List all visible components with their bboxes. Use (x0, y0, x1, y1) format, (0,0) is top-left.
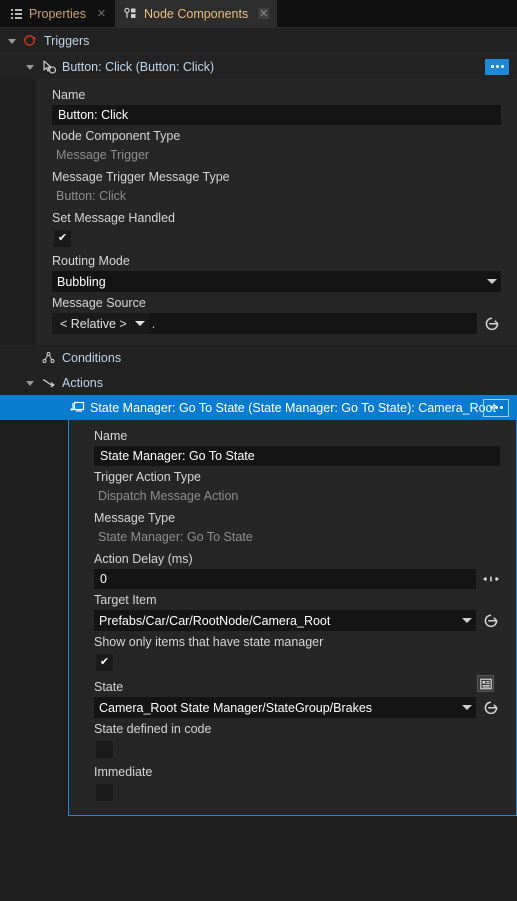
node-component-type-label: Node Component Type (52, 129, 181, 143)
message-trigger-icon (40, 58, 57, 75)
state-select[interactable]: Camera_Root State Manager/StateGroup/Bra… (94, 697, 476, 718)
trigger-action-type-value: Dispatch Message Action (98, 489, 239, 503)
chevron-down-icon (134, 321, 145, 326)
trigger-name-input[interactable]: Button: Click (52, 105, 501, 125)
message-type-label: Message Type (94, 511, 176, 525)
field-node-component-type: Node Component Type Message Trigger (52, 126, 501, 166)
field-action-name: Name State Manager: Go To State (94, 426, 500, 466)
action-properties-panel: Name State Manager: Go To State Trigger … (68, 420, 517, 816)
trigger-item-menu-button[interactable] (485, 58, 509, 75)
message-source-path-input[interactable]: . (148, 313, 477, 334)
content-area: Triggers Button: Click (Button: Click) N… (0, 28, 517, 901)
state-defined-in-code-checkbox[interactable] (96, 741, 113, 758)
list-icon (9, 7, 23, 21)
trigger-item-expand-icon[interactable] (26, 62, 36, 72)
trigger-item-label: Button: Click (Button: Click) (62, 59, 215, 74)
field-target-item: Target Item Prefabs/Car/Car/RootNode/Cam… (94, 590, 500, 631)
field-action-delay: Action Delay (ms) 0 (94, 549, 500, 589)
immediate-checkbox[interactable] (96, 784, 113, 801)
field-trigger-action-type: Trigger Action Type Dispatch Message Act… (94, 467, 500, 507)
target-item-reset-icon[interactable] (482, 612, 500, 630)
tab-node-components-close-icon[interactable]: ✕ (258, 8, 270, 20)
field-show-only-state-manager: Show only items that have state manager … (94, 632, 500, 671)
field-set-message-handled: Set Message Handled ✔ (52, 208, 501, 247)
field-state: State Camera_Root State Manager/StateGro… (94, 675, 500, 718)
actions-label: Actions (62, 375, 103, 390)
message-type-value: State Manager: Go To State (98, 530, 253, 544)
action-item-menu-button[interactable] (483, 398, 509, 417)
trigger-properties-panel: Name Button: Click Node Component Type M… (36, 79, 517, 345)
target-item-value: Prefabs/Car/Car/RootNode/Camera_Root (99, 613, 331, 628)
show-only-state-manager-label: Show only items that have state manager (94, 635, 324, 649)
message-source-scope-select[interactable]: < Relative > (52, 313, 149, 334)
dispatch-message-action-icon (68, 399, 85, 416)
state-label: State (94, 680, 124, 694)
field-immediate: Immediate (94, 762, 500, 801)
trigger-name-label: Name (52, 88, 86, 102)
triggers-label: Triggers (44, 33, 90, 48)
set-message-handled-label: Set Message Handled (52, 211, 175, 225)
action-name-input[interactable]: State Manager: Go To State (94, 446, 500, 466)
field-message-trigger-message-type: Message Trigger Message Type Button: Cli… (52, 167, 501, 207)
message-trigger-message-type-value: Button: Click (56, 189, 127, 203)
conditions-icon (40, 349, 57, 366)
tab-bar: Properties ✕ Node Components ✕ (0, 0, 517, 28)
show-only-state-manager-checkbox[interactable]: ✔ (96, 654, 113, 671)
tab-properties[interactable]: Properties ✕ (0, 0, 115, 27)
tab-properties-label: Properties (29, 6, 86, 21)
state-reset-icon[interactable] (482, 699, 500, 717)
trigger-icon (22, 32, 39, 49)
action-delay-input[interactable]: 0 (94, 569, 476, 589)
node-components-panel: Properties ✕ Node Components ✕ Triggers … (0, 0, 517, 901)
field-trigger-name: Name Button: Click (52, 85, 501, 125)
field-message-source: Message Source < Relative > . (52, 293, 501, 334)
set-message-handled-checkbox[interactable]: ✔ (54, 230, 71, 247)
drag-horizontal-icon[interactable] (482, 570, 500, 588)
tree-node-actions[interactable]: Actions (0, 370, 517, 395)
tab-node-components[interactable]: Node Components ✕ (114, 0, 278, 27)
tree-node-trigger-button-click[interactable]: Button: Click (Button: Click) (0, 54, 517, 79)
message-source-scope-value: < Relative > (60, 316, 127, 331)
field-state-defined-in-code: State defined in code (94, 719, 500, 758)
state-editor-button[interactable] (477, 675, 494, 692)
immediate-label: Immediate (94, 765, 153, 779)
field-routing-mode: Routing Mode Bubbling (52, 251, 501, 292)
tab-node-components-label: Node Components (143, 6, 249, 21)
triggers-expand-icon[interactable] (8, 36, 18, 46)
trigger-action-type-label: Trigger Action Type (94, 470, 202, 484)
chevron-down-icon (462, 618, 472, 623)
message-source-control: < Relative > . (52, 313, 477, 334)
tree-node-action-go-to-state[interactable]: State Manager: Go To State (State Manage… (0, 395, 517, 420)
action-name-label: Name (94, 429, 128, 443)
routing-mode-select[interactable]: Bubbling (52, 271, 501, 292)
node-component-type-value: Message Trigger (56, 148, 150, 162)
tree-node-triggers[interactable]: Triggers (0, 28, 517, 54)
node-components-icon (124, 7, 138, 21)
message-trigger-message-type-label: Message Trigger Message Type (52, 170, 230, 184)
action-delay-label: Action Delay (ms) (94, 552, 193, 566)
message-source-reset-icon[interactable] (483, 315, 501, 333)
actions-arrow-icon (40, 374, 57, 391)
target-item-label: Target Item (94, 593, 157, 607)
routing-mode-value: Bubbling (57, 274, 106, 289)
routing-mode-label: Routing Mode (52, 254, 130, 268)
chevron-down-icon (487, 279, 497, 284)
tree-node-conditions[interactable]: Conditions (0, 345, 517, 370)
state-defined-in-code-label: State defined in code (94, 722, 212, 736)
action-item-label: State Manager: Go To State (State Manage… (90, 400, 497, 415)
conditions-label: Conditions (62, 350, 122, 365)
state-value: Camera_Root State Manager/StateGroup/Bra… (99, 700, 373, 715)
target-item-select[interactable]: Prefabs/Car/Car/RootNode/Camera_Root (94, 610, 476, 631)
field-message-type: Message Type State Manager: Go To State (94, 508, 500, 548)
message-source-label: Message Source (52, 296, 146, 310)
tab-properties-close-icon[interactable]: ✕ (96, 8, 107, 20)
chevron-down-icon (462, 705, 472, 710)
actions-expand-icon[interactable] (26, 378, 36, 388)
